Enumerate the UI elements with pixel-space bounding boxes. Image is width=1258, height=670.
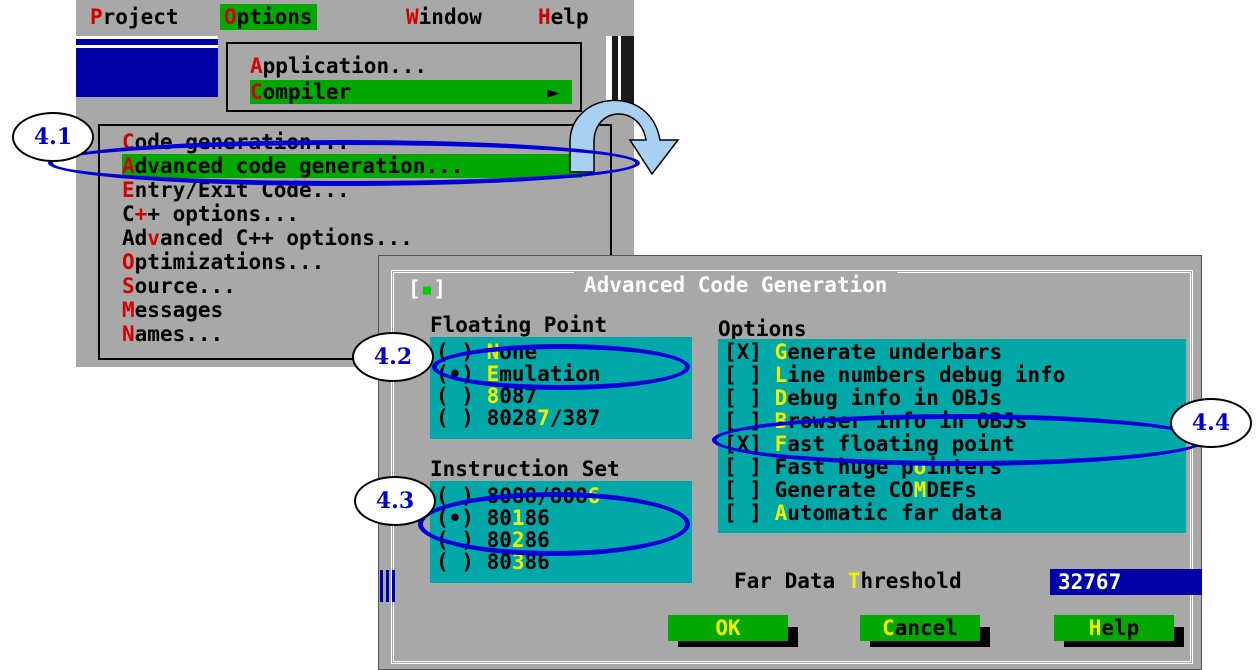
- checkbox-automatic-far-data[interactable]: [ ] Automatic far data: [724, 502, 1002, 524]
- callout-4-4: 4.4: [1170, 398, 1252, 448]
- instruction-set-title: Instruction Set: [430, 457, 620, 481]
- scroll-marks: [380, 570, 398, 602]
- ok-button[interactable]: OK: [668, 615, 788, 641]
- checkbox-debug-info-objs[interactable]: [ ] Debug info in OBJs: [724, 387, 1002, 409]
- window-hotkey: W: [406, 5, 419, 29]
- far-data-threshold-label: Far Data Threshold: [734, 569, 962, 593]
- options-rest: ptions: [236, 5, 313, 29]
- callout-4-3: 4.3: [354, 476, 436, 526]
- checkbox-line-numbers[interactable]: [ ] Line numbers debug info: [724, 364, 1065, 386]
- menu-bar: Project Options Window Help: [76, 0, 634, 33]
- menu-item-cpp-options[interactable]: C++ options...: [122, 202, 299, 226]
- highlight-ring-4-1: [48, 140, 640, 186]
- dialog-frame: [▪] Advanced Code Generation Floating Po…: [391, 270, 1202, 664]
- menu-project[interactable]: Project: [90, 4, 179, 30]
- submenu-arrow-icon: ►: [547, 80, 560, 104]
- highlight-ring-4-2: [432, 344, 690, 390]
- cancel-button[interactable]: Cancel: [860, 615, 980, 641]
- checkbox-generate-underbars[interactable]: [X] Generate underbars: [724, 341, 1002, 363]
- menu-window[interactable]: Window: [406, 4, 482, 30]
- highlight-ring-4-3: [418, 492, 690, 556]
- close-button[interactable]: [▪]: [406, 276, 448, 302]
- close-icon: ▪: [420, 277, 434, 301]
- options-hotkey: O: [224, 5, 237, 29]
- menu-item-messages[interactable]: Messages: [122, 298, 223, 322]
- checkbox-generate-comdefs[interactable]: [ ] Generate COMDEFs: [724, 479, 977, 501]
- highlight-ring-4-4: [712, 414, 1206, 466]
- options-title: Options: [718, 317, 807, 341]
- menu-item-compiler[interactable]: Compiler ►: [250, 80, 572, 104]
- help-rest: elp: [550, 5, 589, 29]
- menu-item-names[interactable]: Names...: [122, 322, 223, 346]
- menu-item-optimizations[interactable]: Optimizations...: [122, 250, 324, 274]
- dialog-title: Advanced Code Generation: [574, 272, 898, 298]
- editor-window-fragment: [76, 36, 218, 97]
- window-rest: indow: [418, 5, 482, 29]
- menu-options[interactable]: Options: [220, 4, 317, 30]
- floating-point-title: Floating Point: [430, 313, 608, 337]
- radio-fp-80287[interactable]: ( ) 80287/387: [436, 407, 600, 429]
- help-hotkey: H: [538, 5, 551, 29]
- callout-4-1: 4.1: [12, 112, 94, 162]
- menu-item-source[interactable]: Source...: [122, 274, 236, 298]
- options-menu: Application... Compiler ►: [226, 42, 582, 112]
- menu-item-advanced-cpp-options[interactable]: Advanced C++ options...: [122, 226, 413, 250]
- project-rest: roject: [102, 5, 179, 29]
- project-hotkey: P: [90, 5, 103, 29]
- menu-item-application[interactable]: Application...: [250, 54, 427, 78]
- callout-4-2: 4.2: [352, 332, 434, 382]
- far-data-threshold-input[interactable]: 32767: [1050, 569, 1202, 595]
- menu-help[interactable]: Help: [538, 4, 589, 30]
- help-button[interactable]: Help: [1054, 615, 1174, 641]
